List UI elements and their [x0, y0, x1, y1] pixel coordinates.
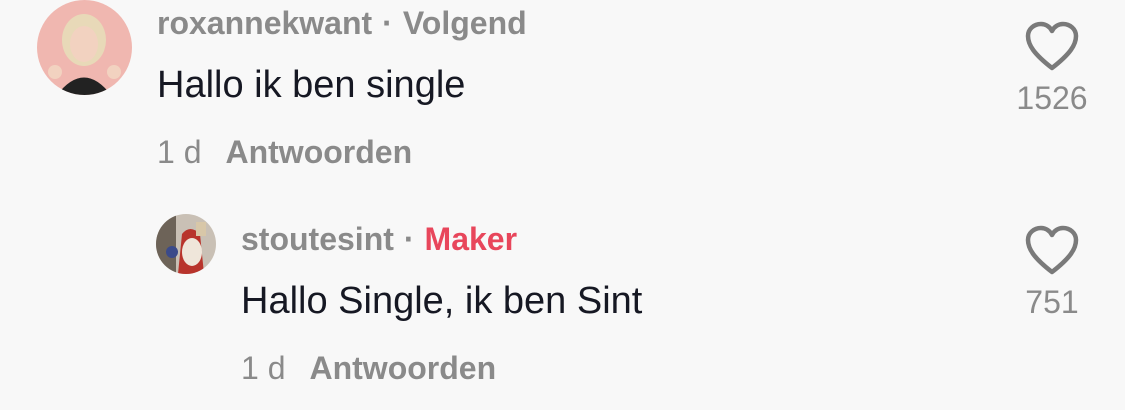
comment-meta: 1 d Antwoorden	[241, 350, 496, 387]
like-button[interactable]: 751	[1004, 224, 1100, 321]
heart-outline-icon	[1025, 225, 1079, 275]
like-count: 751	[1025, 284, 1079, 320]
separator-dot: ·	[382, 5, 393, 41]
avatar-image	[37, 0, 132, 95]
creator-badge: Maker	[424, 221, 518, 257]
like-count: 1526	[1016, 80, 1088, 116]
following-tag: Volgend	[402, 5, 527, 41]
avatar-image	[156, 214, 216, 274]
username[interactable]: stoutesint	[241, 221, 394, 257]
comment-text: Hallo ik ben single	[157, 64, 466, 106]
username[interactable]: roxannekwant	[157, 5, 372, 41]
comment-header: stoutesint · Maker	[241, 221, 517, 258]
separator-dot: ·	[403, 221, 415, 257]
like-button[interactable]: 1526	[1004, 20, 1100, 117]
heart-outline-icon	[1025, 21, 1079, 71]
comment-time: 1 d	[241, 350, 286, 386]
avatar[interactable]	[156, 214, 216, 274]
comment-meta: 1 d Antwoorden	[157, 134, 412, 171]
avatar[interactable]	[37, 0, 132, 95]
comment-header: roxannekwant · Volgend	[157, 5, 527, 42]
reply-button[interactable]: Antwoorden	[225, 134, 412, 170]
comment-text: Hallo Single, ik ben Sint	[241, 280, 643, 322]
reply-button[interactable]: Antwoorden	[309, 350, 496, 386]
comment-time: 1 d	[157, 134, 202, 170]
